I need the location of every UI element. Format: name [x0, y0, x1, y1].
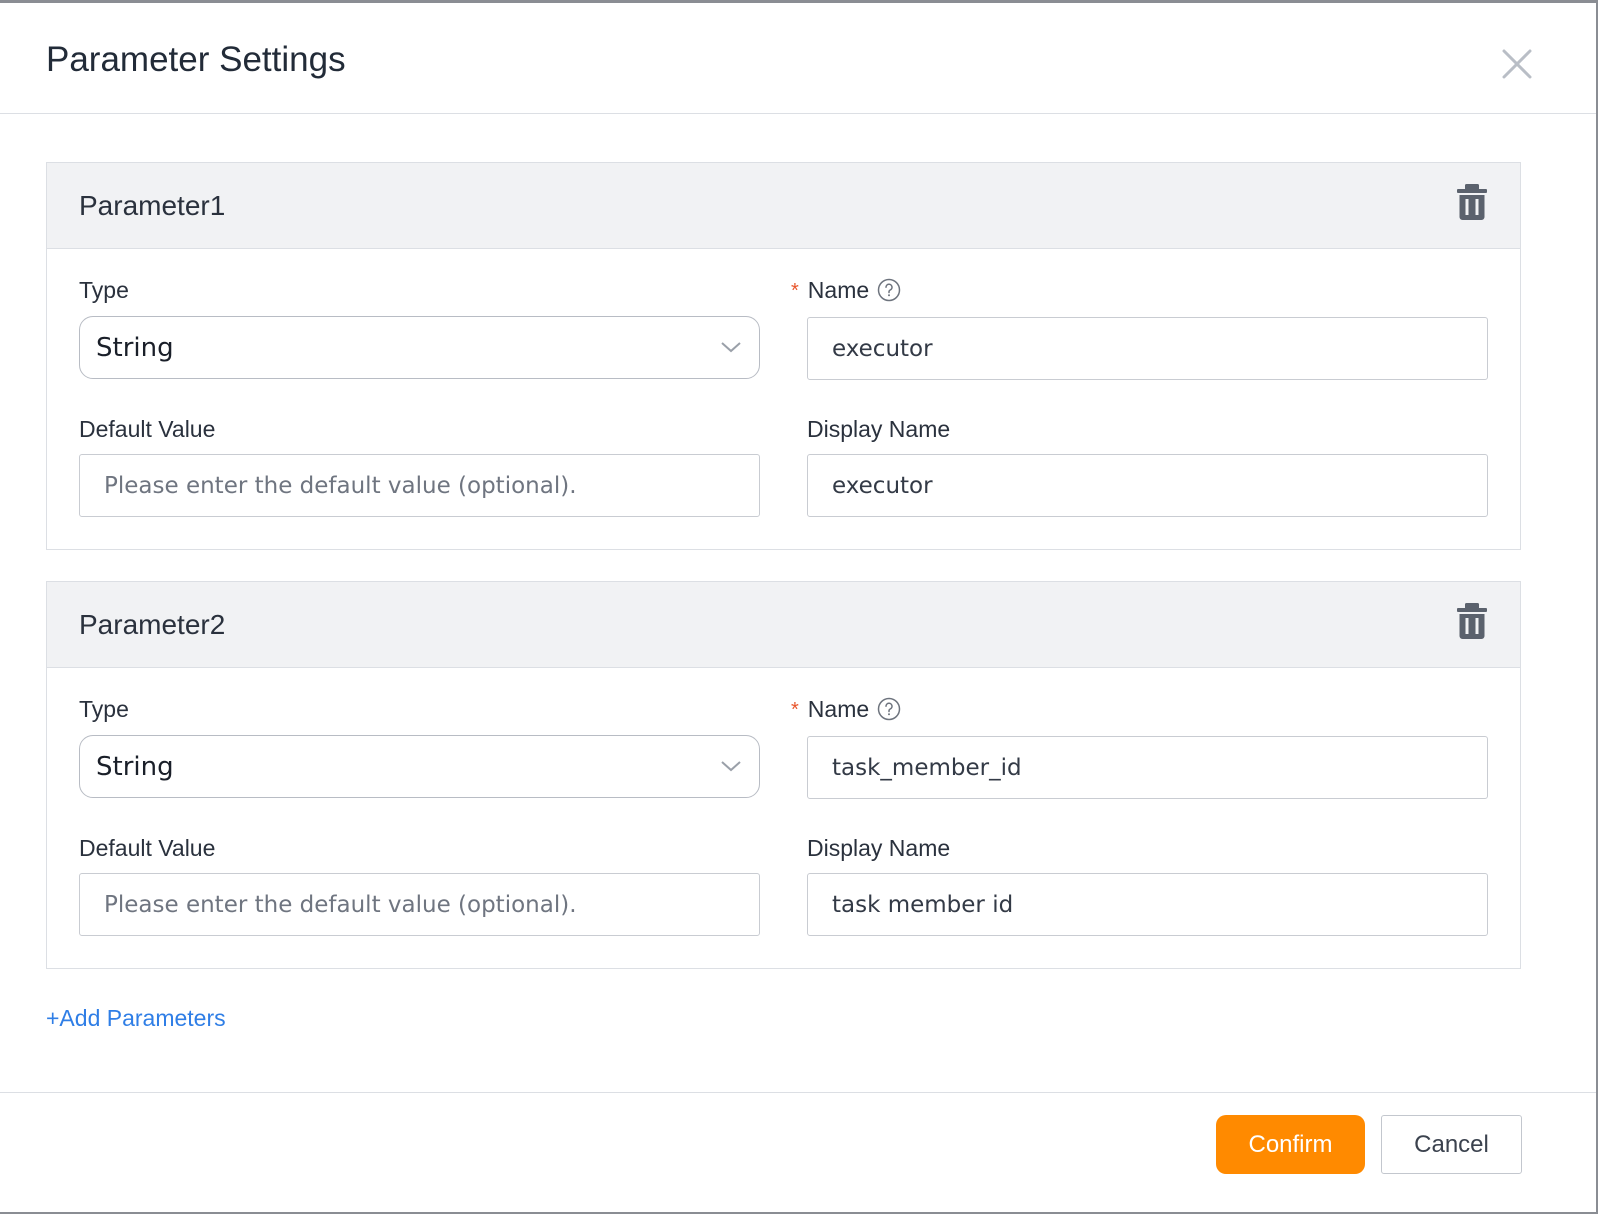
question-circle-icon[interactable] [877, 697, 901, 721]
dialog-header: Parameter Settings [0, 3, 1596, 114]
display-name-input[interactable] [807, 454, 1488, 517]
name-input[interactable] [807, 317, 1488, 380]
type-select[interactable]: String [79, 735, 760, 798]
name-input[interactable] [807, 736, 1488, 799]
chevron-down-icon [719, 339, 743, 355]
trash-icon [1457, 184, 1487, 220]
add-parameters-link[interactable]: +Add Parameters [46, 1003, 226, 1033]
type-label: Type [79, 696, 129, 722]
dialog-footer: Confirm Cancel [0, 1092, 1596, 1215]
dialog-title: Parameter Settings [46, 40, 346, 79]
confirm-button[interactable]: Confirm [1216, 1115, 1365, 1174]
display-name-label: Display Name [807, 416, 951, 442]
name-label-group: * Name [791, 276, 901, 304]
name-label-group: * Name [791, 695, 901, 723]
chevron-down-icon [719, 758, 743, 774]
default-value-label: Default Value [79, 835, 216, 861]
delete-parameter-button[interactable] [1455, 602, 1489, 640]
parameter-card: Parameter1 Type String * Name executor D… [46, 162, 1521, 550]
close-icon [1502, 49, 1532, 79]
cancel-button[interactable]: Cancel [1381, 1115, 1522, 1174]
question-circle-icon[interactable] [877, 278, 901, 302]
default-value-label: Default Value [79, 416, 216, 442]
parameter-settings-dialog: Parameter Settings Parameter1 Type Strin… [0, 0, 1598, 1214]
type-select-value: String [96, 752, 174, 782]
trash-icon [1457, 603, 1487, 639]
name-label: Name [807, 277, 870, 303]
type-select[interactable]: String [79, 316, 760, 379]
parameter-card: Parameter2 Type String * Name task_membe… [46, 581, 1521, 969]
parameter-title: Parameter1 [79, 190, 226, 221]
name-label: Name [807, 696, 870, 722]
parameter-card-header: Parameter1 [47, 163, 1520, 249]
parameter-card-header: Parameter2 [47, 582, 1520, 668]
delete-parameter-button[interactable] [1455, 183, 1489, 221]
type-label: Type [79, 277, 129, 303]
display-name-label: Display Name [807, 835, 951, 861]
display-name-input[interactable] [807, 873, 1488, 936]
required-marker: * [791, 699, 799, 721]
close-button[interactable] [1496, 43, 1538, 85]
type-select-value: String [96, 333, 174, 363]
default-value-input[interactable] [79, 873, 760, 936]
default-value-input[interactable] [79, 454, 760, 517]
required-marker: * [791, 280, 799, 302]
parameter-title: Parameter2 [79, 609, 226, 640]
